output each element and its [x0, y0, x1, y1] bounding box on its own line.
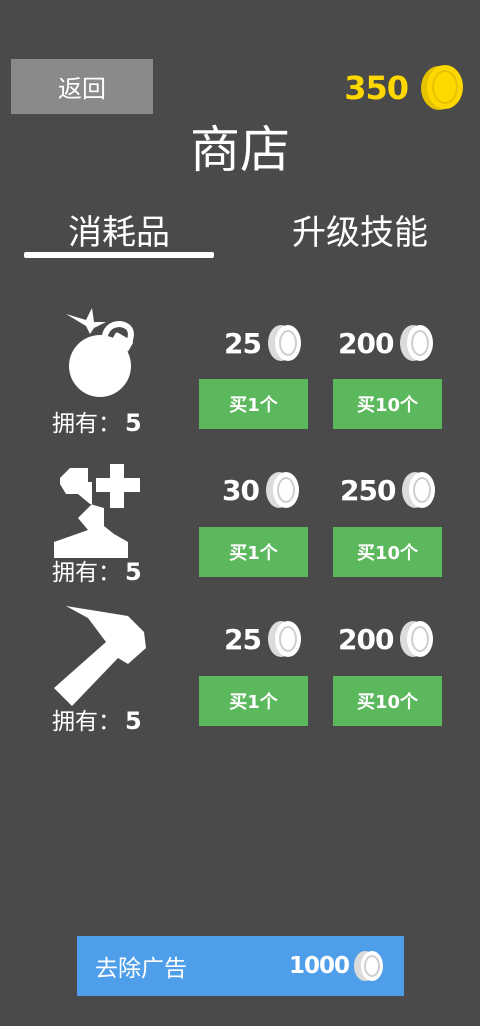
back-button[interactable]: 返回: [11, 59, 153, 114]
buy-1-button[interactable]: 买1个: [199, 527, 308, 577]
buy-1-button[interactable]: 买1个: [199, 379, 308, 429]
owned-value: 5: [125, 707, 142, 735]
owned-count-hammer: 拥有： 5: [52, 702, 182, 736]
owned-label: 拥有：: [52, 411, 121, 437]
price-buy-1: 25: [224, 321, 303, 365]
buy-10-button[interactable]: 买10个: [333, 676, 442, 726]
silver-coin-icon: [267, 325, 301, 361]
price-value: 25: [224, 622, 262, 656]
price-value: 30: [222, 473, 260, 507]
buy-1-button[interactable]: 买1个: [199, 676, 308, 726]
silver-coin-icon: [354, 951, 384, 981]
price-buy-10: 200: [338, 321, 435, 365]
silver-coin-icon: [267, 621, 301, 657]
price-value: 200: [338, 622, 394, 656]
price-value: 25: [224, 326, 262, 360]
silver-coin-icon: [400, 621, 434, 657]
owned-label: 拥有：: [52, 709, 121, 735]
coin-balance-value: 350: [344, 69, 409, 107]
bomb-icon: [66, 308, 134, 397]
remove-ads-price: 1000: [289, 948, 385, 984]
remove-ads-label: 去除广告: [95, 956, 187, 982]
active-tab-underline: [24, 252, 214, 258]
gold-coin-icon: [421, 65, 463, 110]
price-buy-1: 30: [222, 468, 301, 512]
silver-coin-icon: [402, 472, 436, 508]
silver-coin-icon: [400, 325, 434, 361]
owned-value: 5: [125, 409, 142, 437]
price-value: 1000: [289, 953, 350, 979]
health-potion-icon: [54, 464, 140, 558]
owned-count-health-potion: 拥有： 5: [52, 553, 182, 587]
owned-label: 拥有：: [52, 560, 121, 586]
owned-value: 5: [125, 558, 142, 586]
price-buy-10: 200: [338, 617, 435, 661]
buy-10-button[interactable]: 买10个: [333, 379, 442, 429]
buy-10-button[interactable]: 买10个: [333, 527, 442, 577]
owned-count-bomb: 拥有： 5: [52, 404, 182, 438]
remove-ads-button[interactable]: 去除广告 1000: [77, 936, 404, 996]
price-value: 250: [340, 473, 396, 507]
tab-upgrade-skills[interactable]: 升级技能: [262, 200, 458, 258]
tab-consumables[interactable]: 消耗品: [24, 200, 214, 258]
page-title: 商店: [190, 121, 290, 179]
coin-balance: 350: [344, 62, 466, 114]
price-buy-1: 25: [224, 617, 303, 661]
hammer-icon: [54, 606, 146, 706]
price-value: 200: [338, 326, 394, 360]
silver-coin-icon: [265, 472, 299, 508]
price-buy-10: 250: [340, 468, 437, 512]
